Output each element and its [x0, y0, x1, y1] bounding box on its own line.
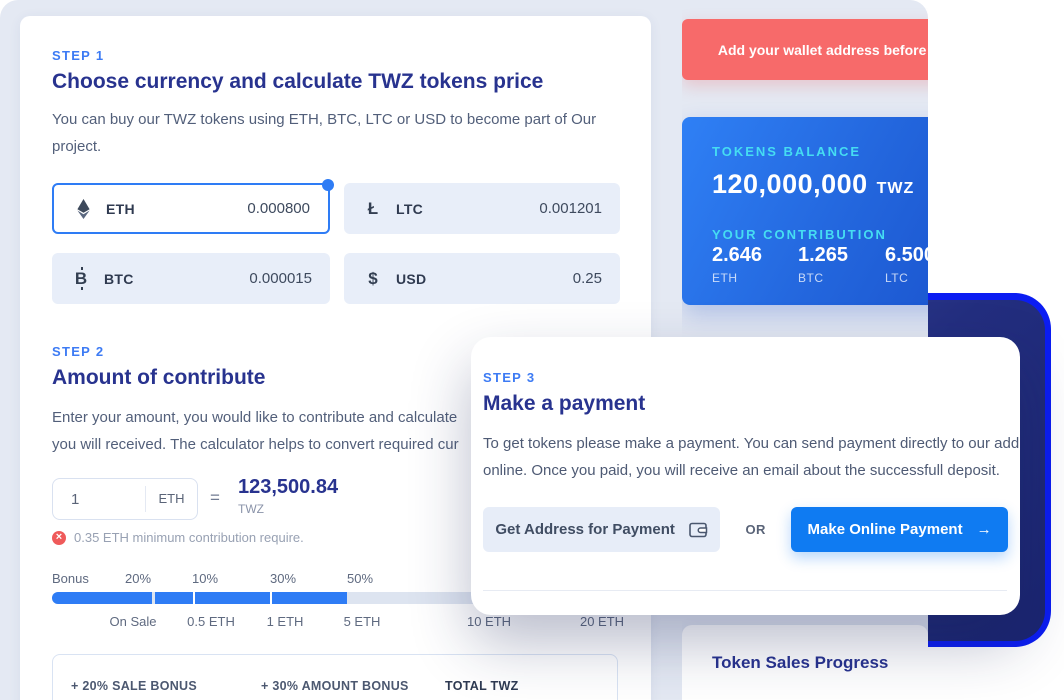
- bonus-tick: 1 ETH: [267, 614, 304, 629]
- currency-tile-ltc[interactable]: Ł LTC 0.001201: [344, 183, 620, 234]
- make-online-payment-button[interactable]: Make Online Payment →: [791, 507, 1008, 552]
- step3-title: Make a payment: [483, 392, 645, 416]
- tokens-balance-card: TOKENS BALANCE 120,000,000 TWZ YOUR CONT…: [682, 117, 928, 305]
- contribution-btc: 1.265 BTC: [798, 244, 848, 285]
- contribution-currency: BTC: [798, 271, 848, 285]
- bonus-tick: 5 ETH: [344, 614, 381, 629]
- page: STEP 1 Choose currency and calculate TWZ…: [0, 0, 1064, 700]
- currency-code: BTC: [104, 271, 134, 287]
- bonus-tick: 20 ETH: [580, 614, 624, 629]
- error-text: 0.35 ETH minimum contribution require.: [74, 530, 304, 545]
- currency-rate: 0.25: [573, 270, 602, 287]
- btc-icon: B: [70, 269, 92, 289]
- contribution-currency: ETH: [712, 271, 762, 285]
- currency-code: LTC: [396, 201, 423, 217]
- step3-description-line1: To get tokens please make a payment. You…: [483, 430, 1020, 457]
- amount-input-box: ETH: [52, 478, 198, 520]
- bonus-tick: 10 ETH: [467, 614, 511, 629]
- get-address-button[interactable]: Get Address for Payment: [483, 507, 720, 552]
- token-sales-progress-card: Token Sales Progress: [682, 625, 928, 700]
- step2-description-line1: Enter your amount, you would like to con…: [52, 404, 459, 431]
- currency-tile-btc[interactable]: B BTC 0.000015: [52, 253, 330, 304]
- currency-code: USD: [396, 271, 426, 287]
- conversion-result-unit: TWZ: [238, 502, 264, 516]
- currency-rate: 0.001201: [539, 200, 602, 217]
- sale-bonus-label: + 20% SALE BONUS: [71, 679, 197, 693]
- step2-description: Enter your amount, you would like to con…: [52, 404, 459, 458]
- bonus-percent: 10%: [192, 571, 218, 586]
- total-twz-label: TOTAL TWZ: [445, 679, 519, 693]
- bonus-bar-fill-segment: [52, 592, 152, 604]
- bonus-tick: On Sale: [110, 614, 157, 629]
- step1-title: Choose currency and calculate TWZ tokens…: [52, 70, 543, 94]
- amount-currency-label: ETH: [145, 486, 197, 512]
- minimum-contribution-error: × 0.35 ETH minimum contribution require.: [52, 530, 304, 545]
- bonus-tick: 0.5 ETH: [187, 614, 235, 629]
- step3-description: To get tokens please make a payment. You…: [483, 430, 1020, 484]
- contribution-eth: 2.646 ETH: [712, 244, 762, 285]
- tokens-balance-value: 120,000,000: [712, 169, 868, 200]
- bonus-bar-divider: [270, 592, 272, 604]
- contribution-value: 6.500: [885, 244, 928, 267]
- selected-dot: [322, 179, 334, 191]
- bonus-bar-fill-segment: [155, 592, 347, 604]
- bonus-label: Bonus: [52, 571, 89, 586]
- your-contribution-label: YOUR CONTRIBUTION: [712, 227, 887, 242]
- bonus-percent: 20%: [125, 571, 151, 586]
- make-online-payment-label: Make Online Payment: [808, 521, 963, 538]
- bonus-percent: 30%: [270, 571, 296, 586]
- tokens-balance-value-row: 120,000,000 TWZ: [712, 169, 914, 200]
- step2-title: Amount of contribute: [52, 366, 265, 390]
- tokens-balance-label: TOKENS BALANCE: [712, 144, 861, 159]
- amount-bonus-label: + 30% AMOUNT BONUS: [261, 679, 409, 693]
- wallet-address-alert[interactable]: Add your wallet address before buying: [682, 19, 928, 80]
- currency-rate: 0.000015: [249, 270, 312, 287]
- contribution-value: 2.646: [712, 244, 762, 267]
- currency-rate: 0.000800: [247, 200, 310, 217]
- conversion-result-value: 123,500.84: [238, 476, 338, 499]
- payment-buttons-row: Get Address for Payment OR Make Online P…: [483, 507, 1008, 552]
- payment-card: STEP 3 Make a payment To get tokens plea…: [471, 337, 1020, 615]
- wallet-icon: [689, 522, 708, 538]
- currency-tile-eth[interactable]: ETH 0.000800: [52, 183, 330, 234]
- step3-label: STEP 3: [483, 370, 535, 385]
- or-separator: OR: [720, 522, 791, 537]
- tokens-balance-unit: TWZ: [877, 180, 915, 198]
- amount-input[interactable]: [53, 491, 145, 508]
- bonus-percent: 50%: [347, 571, 373, 586]
- bonus-summary-box: + 20% SALE BONUS + 30% AMOUNT BONUS TOTA…: [52, 654, 618, 700]
- step1-description: You can buy our TWZ tokens using ETH, BT…: [52, 106, 612, 160]
- bonus-bar-divider: [193, 592, 195, 604]
- alert-text: Add your wallet address before buying: [718, 42, 928, 58]
- equals-sign: =: [210, 488, 220, 508]
- usd-icon: $: [362, 269, 384, 289]
- contribution-value: 1.265: [798, 244, 848, 267]
- contribution-ltc: 6.500 LTC: [885, 244, 928, 285]
- eth-icon: [72, 199, 94, 219]
- step1-label: STEP 1: [52, 48, 104, 63]
- step2-label: STEP 2: [52, 344, 104, 359]
- currency-tile-usd[interactable]: $ USD 0.25: [344, 253, 620, 304]
- step3-description-line2: online. Once you paid, you will receive …: [483, 457, 1020, 484]
- get-address-button-label: Get Address for Payment: [495, 521, 675, 538]
- contribution-currency: LTC: [885, 271, 928, 285]
- currency-code: ETH: [106, 201, 135, 217]
- step2-description-line2: you will received. The calculator helps …: [52, 431, 459, 458]
- ltc-icon: Ł: [362, 199, 384, 219]
- token-sales-progress-title: Token Sales Progress: [712, 653, 888, 673]
- error-icon: ×: [52, 531, 66, 545]
- arrow-right-icon: →: [977, 521, 992, 538]
- step3-divider: [483, 590, 1007, 591]
